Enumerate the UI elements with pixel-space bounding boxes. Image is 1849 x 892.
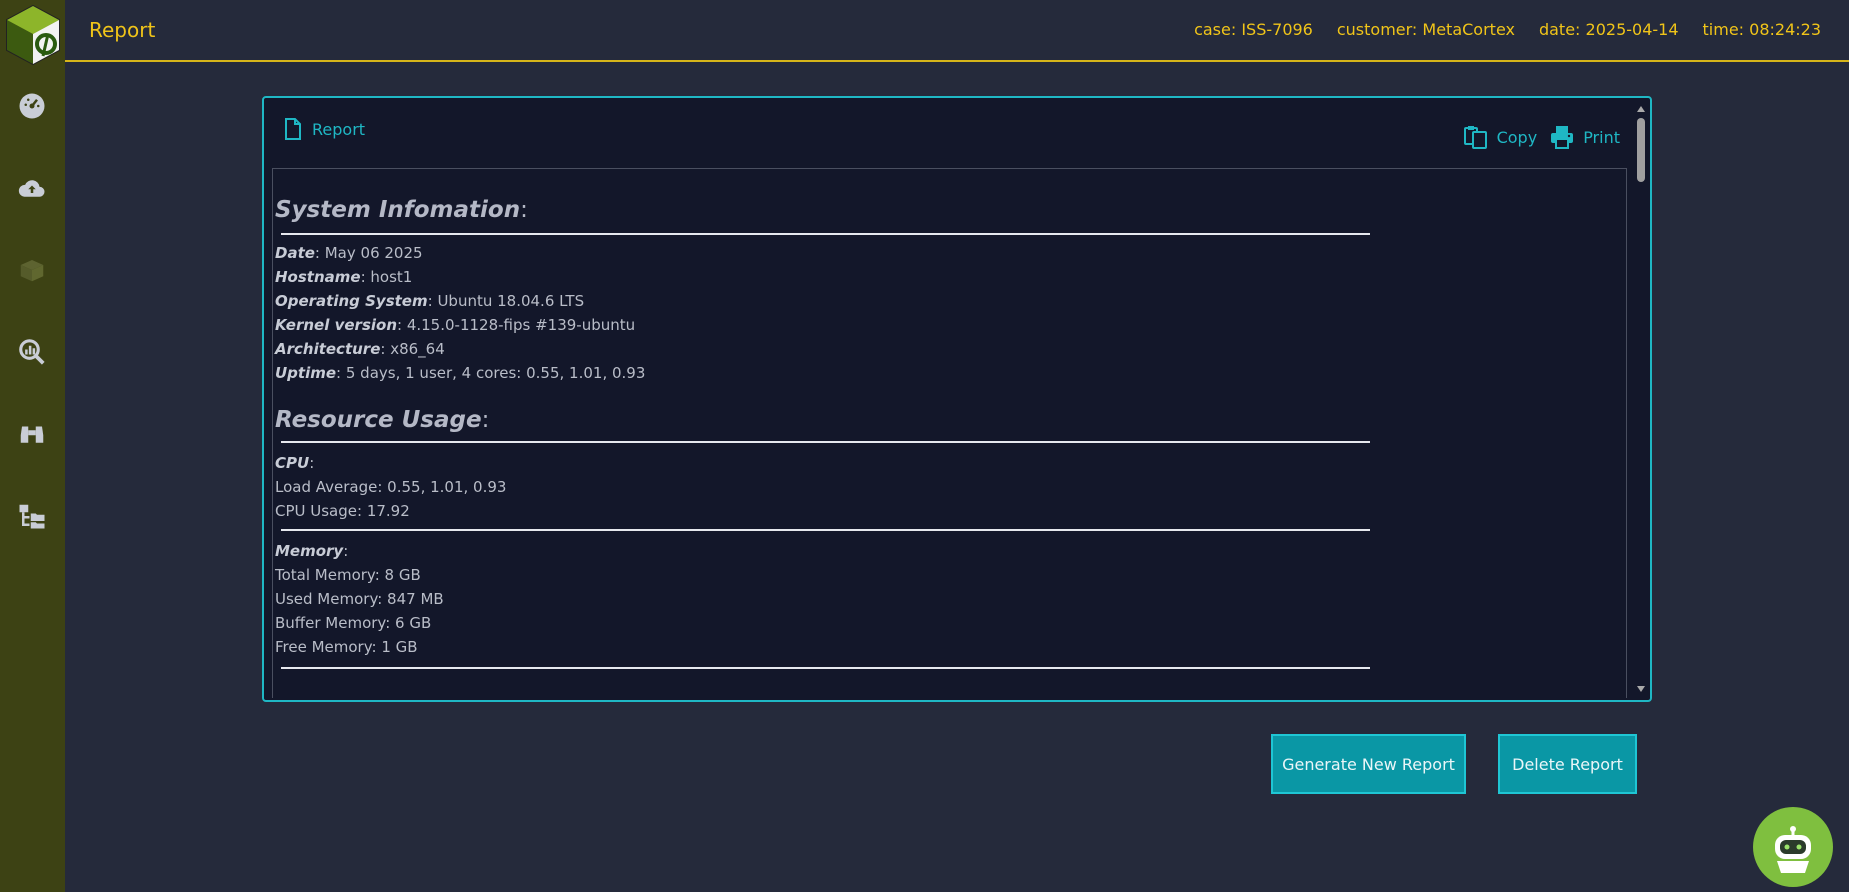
case-id: case: ISS-7096 <box>1194 20 1313 39</box>
print-button[interactable]: Print <box>1549 124 1620 150</box>
system-row-date: Date: May 06 2025 <box>275 244 423 262</box>
cpu-section: CPU: Load Average: 0.55, 1.01, 0.93 CPU … <box>275 451 1626 523</box>
sidebar-item-files[interactable] <box>14 498 50 534</box>
sidebar-item-dashboard[interactable] <box>14 88 50 124</box>
assistant-bot-button[interactable] <box>1753 807 1833 887</box>
copy-icon <box>1463 126 1487 149</box>
sidebar-item-investigate[interactable] <box>14 416 50 452</box>
system-row-uptime: Uptime: 5 days, 1 user, 4 cores: 0.55, 1… <box>275 364 646 382</box>
header-date: date: 2025-04-14 <box>1538 20 1679 39</box>
report-content[interactable]: System Infomation: Date: May 06 2025 Hos… <box>272 168 1627 698</box>
document-icon <box>285 118 301 140</box>
cpu-label: CPU: <box>275 454 315 472</box>
binoculars-icon <box>20 426 44 443</box>
memory-label: Memory: <box>275 542 349 560</box>
copy-button[interactable]: Copy <box>1463 124 1538 150</box>
divider <box>281 529 1370 531</box>
system-row-kernel: Kernel version: 4.15.0-1128-fips #139-ub… <box>275 316 636 334</box>
total-memory: Total Memory: 8 GB <box>275 566 421 584</box>
customer-name: customer: MetaCortex <box>1336 20 1515 39</box>
system-info-heading: System Infomation: <box>275 197 528 223</box>
report-actions: Copy Print <box>1463 124 1620 150</box>
printer-icon <box>1551 126 1574 149</box>
sidebar-item-packages[interactable] <box>14 252 50 288</box>
system-info-list: Date: May 06 2025 Hostname: host1 Operat… <box>275 241 1626 385</box>
sidebar <box>0 0 65 892</box>
print-label: Print <box>1583 127 1620 147</box>
scroll-up-arrow[interactable] <box>1637 106 1645 112</box>
divider <box>281 441 1370 443</box>
resource-usage-heading: Resource Usage: <box>275 407 490 433</box>
cloud-upload-icon <box>18 180 45 197</box>
cpu-usage: CPU Usage: 17.92 <box>275 502 410 520</box>
report-panel-header: Report Copy Print <box>284 118 1620 158</box>
top-header: Report case: ISS-7096 customer: MetaCort… <box>65 0 1849 62</box>
cpu-load-average: Load Average: 0.55, 1.01, 0.93 <box>275 478 507 496</box>
generate-report-button[interactable]: Generate New Report <box>1271 734 1466 794</box>
used-memory: Used Memory: 847 MB <box>275 590 444 608</box>
sidebar-item-upload[interactable] <box>14 170 50 206</box>
chart-search-icon <box>19 339 45 365</box>
free-memory: Free Memory: 1 GB <box>275 638 418 656</box>
folder-tree-icon <box>19 504 45 529</box>
app-logo[interactable] <box>5 4 61 66</box>
header-time: time: 08:24:23 <box>1702 20 1821 39</box>
delete-report-button[interactable]: Delete Report <box>1498 734 1637 794</box>
page-title: Report <box>89 18 156 42</box>
divider <box>281 667 1370 669</box>
scroll-down-arrow[interactable] <box>1637 686 1645 692</box>
sidebar-item-analysis[interactable] <box>14 334 50 370</box>
buffer-memory: Buffer Memory: 6 GB <box>275 614 432 632</box>
system-row-hostname: Hostname: host1 <box>275 268 413 286</box>
scroll-thumb[interactable] <box>1637 118 1645 182</box>
box-icon <box>20 260 44 282</box>
copy-label: Copy <box>1496 127 1538 147</box>
robot-icon <box>1775 826 1811 873</box>
memory-section: Memory: Total Memory: 8 GB Used Memory: … <box>275 539 1626 659</box>
report-panel-title: Report <box>312 119 366 139</box>
gauge-icon <box>19 93 45 119</box>
report-scrollbar[interactable] <box>1634 100 1648 698</box>
system-row-os: Operating System: Ubuntu 18.04.6 LTS <box>275 292 585 310</box>
system-row-arch: Architecture: x86_64 <box>275 340 445 358</box>
header-meta: case: ISS-7096 customer: MetaCortex date… <box>1194 20 1821 39</box>
report-panel: Report Copy Print System Infomation: Dat… <box>262 96 1652 702</box>
divider <box>281 233 1370 235</box>
report-tab[interactable]: Report <box>284 118 365 140</box>
